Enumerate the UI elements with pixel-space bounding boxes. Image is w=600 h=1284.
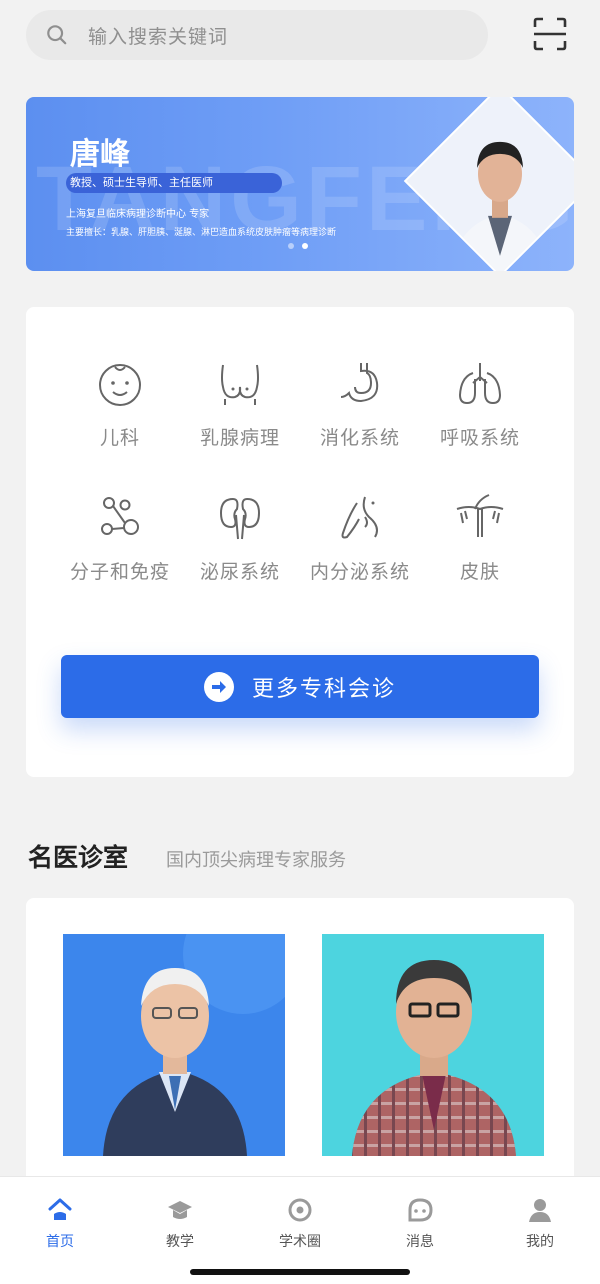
department-label: 内分泌系统 bbox=[309, 561, 410, 583]
home-icon bbox=[48, 1198, 72, 1220]
banner-title: 教授、硕士生导师、主任医师 bbox=[66, 173, 282, 193]
nav-label: 学术圈 bbox=[279, 1234, 321, 1250]
banner-specialty: 主要擅长：乳腺、肝胆胰、涎腺、淋巴造血系统皮肤肿瘤等病理诊断 bbox=[66, 228, 337, 238]
department-endocrine[interactable]: 内分泌系统 bbox=[300, 493, 420, 603]
department-label: 分子和免疫 bbox=[69, 561, 170, 583]
scan-icon[interactable] bbox=[532, 16, 568, 52]
doctor-portrait-1 bbox=[103, 934, 285, 1156]
kidney-icon bbox=[219, 497, 261, 540]
banner-doctor-name: 唐峰 bbox=[70, 137, 130, 172]
skin-hair-icon bbox=[456, 494, 504, 537]
nav-profile[interactable]: 我的 bbox=[480, 1197, 600, 1251]
nav-label: 我的 bbox=[526, 1234, 554, 1250]
nav-label: 消息 bbox=[406, 1234, 434, 1250]
department-label: 儿科 bbox=[99, 427, 140, 449]
nav-messages[interactable]: 消息 bbox=[360, 1197, 480, 1251]
message-icon bbox=[408, 1198, 433, 1222]
home-indicator bbox=[190, 1269, 410, 1275]
expert-banner[interactable]: TANGFENG 唐峰 教授、硕士生导师、主任医师 上海复旦临床病理诊断中心 专… bbox=[26, 97, 574, 271]
graduation-cap-icon bbox=[168, 1201, 192, 1219]
department-label: 泌尿系统 bbox=[199, 561, 280, 583]
user-icon bbox=[529, 1199, 551, 1222]
doctor-portrait-2 bbox=[352, 960, 516, 1156]
nav-home[interactable]: 首页 bbox=[0, 1197, 120, 1251]
baby-face-icon bbox=[99, 364, 141, 406]
nav-teaching[interactable]: 教学 bbox=[120, 1197, 240, 1251]
doctor-list-card bbox=[26, 898, 574, 1188]
department-skin[interactable]: 皮肤 bbox=[420, 493, 540, 603]
doctor-photo-2[interactable] bbox=[322, 934, 544, 1156]
department-urinary[interactable]: 泌尿系统 bbox=[180, 493, 300, 603]
department-pediatrics[interactable]: 儿科 bbox=[60, 359, 180, 469]
more-consultation-label: 更多专科会诊 bbox=[251, 676, 396, 702]
section-subtitle: 国内顶尖病理专家服务 bbox=[166, 850, 346, 871]
nav-label: 教学 bbox=[166, 1234, 194, 1250]
carousel-dots bbox=[288, 243, 308, 249]
nav-academic[interactable]: 学术圈 bbox=[240, 1197, 360, 1251]
lungs-icon bbox=[458, 363, 502, 405]
department-label: 皮肤 bbox=[459, 561, 500, 583]
search-bar[interactable]: 输入搜索关键词 bbox=[26, 10, 488, 60]
department-card: 儿科 乳腺病理 消化系统 呼吸系统 分子和免疫 泌尿系统 内分泌系统 皮肤 更多… bbox=[26, 307, 574, 777]
breast-icon bbox=[221, 364, 259, 405]
department-breast[interactable]: 乳腺病理 bbox=[180, 359, 300, 469]
department-molecular-immune[interactable]: 分子和免疫 bbox=[60, 493, 180, 603]
bottom-nav: 首页 教学 学术圈 消息 我的 bbox=[0, 1176, 600, 1284]
department-label: 乳腺病理 bbox=[199, 427, 280, 449]
search-icon bbox=[47, 25, 67, 45]
carousel-dot[interactable] bbox=[288, 243, 294, 249]
molecule-icon bbox=[101, 497, 139, 535]
arrow-right-icon bbox=[203, 671, 234, 702]
department-label: 消化系统 bbox=[319, 427, 400, 449]
doctor-photo-1[interactable] bbox=[63, 934, 285, 1156]
search-placeholder[interactable]: 输入搜索关键词 bbox=[88, 22, 228, 49]
stomach-icon bbox=[340, 363, 379, 403]
department-digestive[interactable]: 消化系统 bbox=[300, 359, 420, 469]
department-respiratory[interactable]: 呼吸系统 bbox=[420, 359, 540, 469]
more-consultation-button[interactable]: 更多专科会诊 bbox=[61, 655, 539, 718]
department-label: 呼吸系统 bbox=[439, 427, 520, 449]
top-bar: 输入搜索关键词 bbox=[0, 0, 600, 80]
banner-affiliation: 上海复旦临床病理诊断中心 专家 bbox=[66, 209, 210, 220]
thyroid-icon bbox=[341, 496, 378, 539]
circle-icon bbox=[288, 1198, 312, 1222]
section-title: 名医诊室 bbox=[28, 843, 129, 872]
carousel-dot-active[interactable] bbox=[302, 243, 308, 249]
nav-label: 首页 bbox=[46, 1234, 74, 1250]
